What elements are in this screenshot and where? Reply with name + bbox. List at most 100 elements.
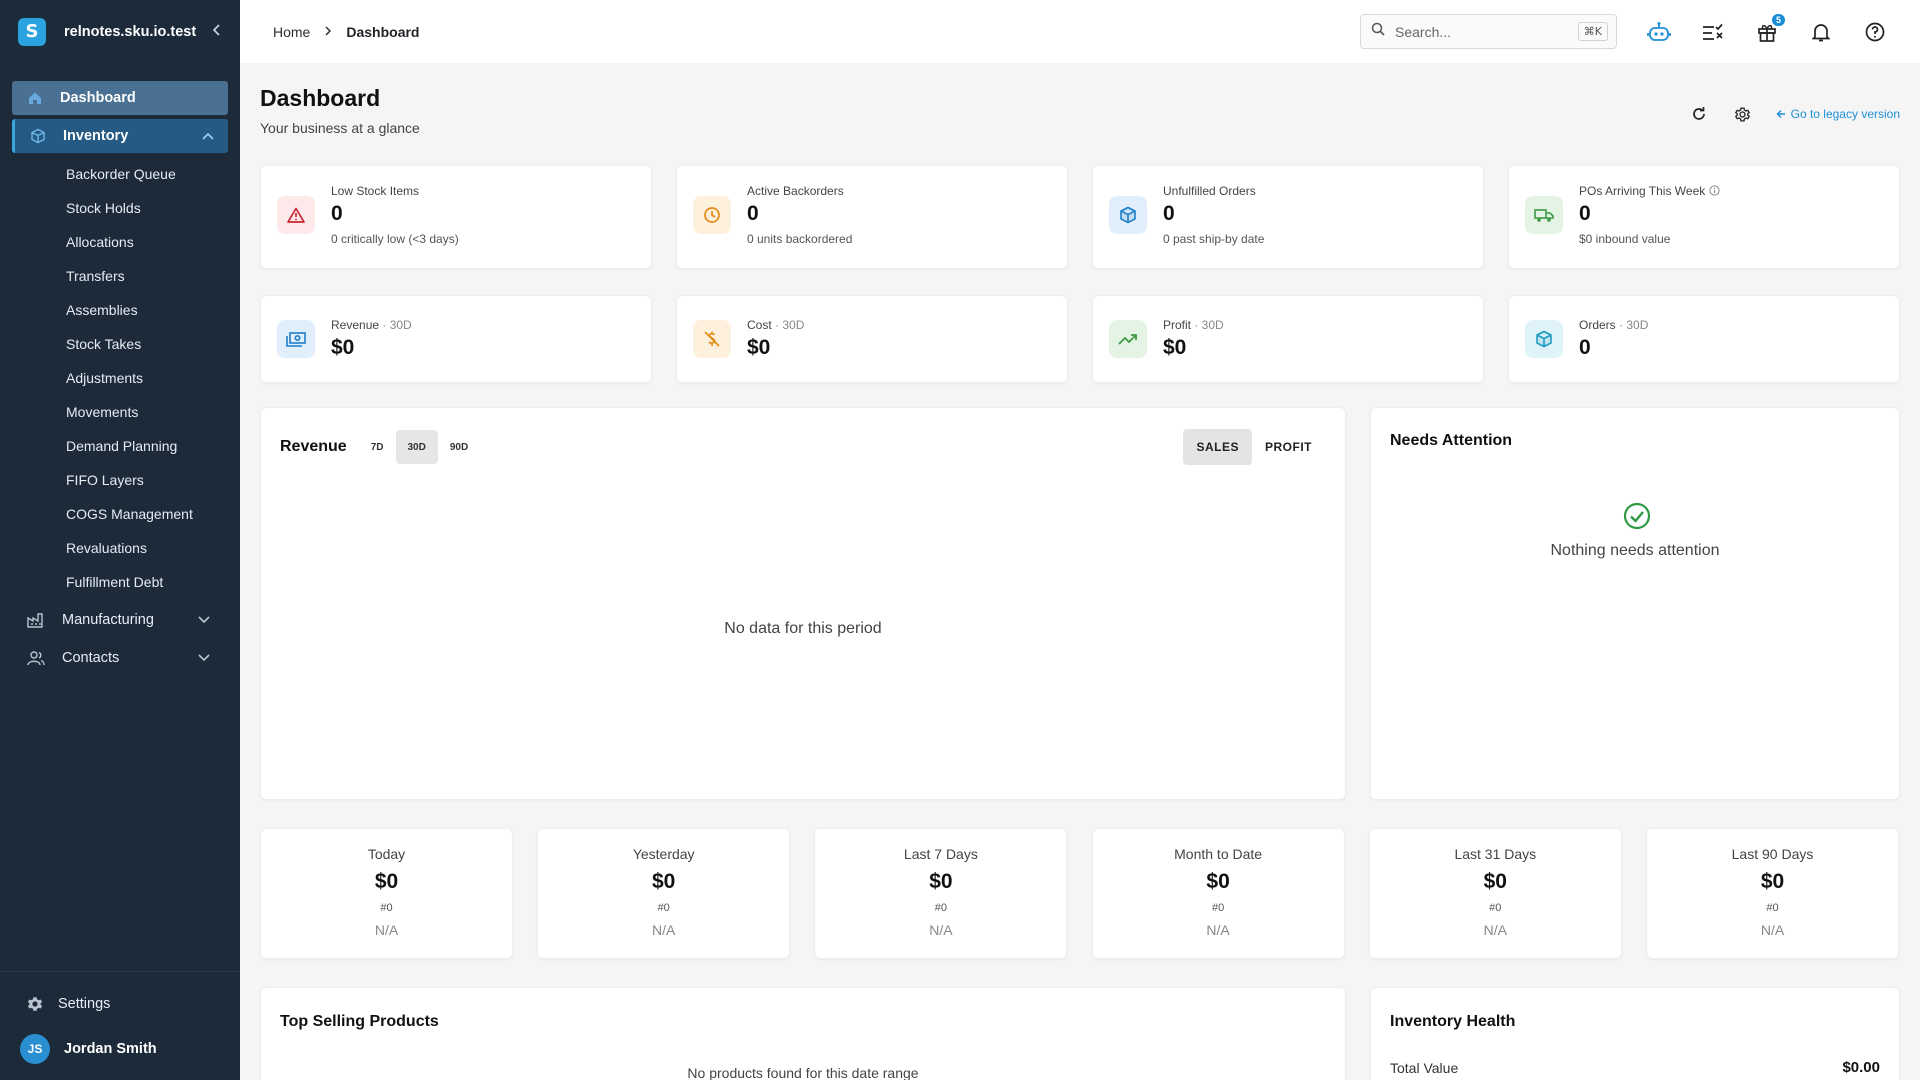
sidebar-item-revaluations[interactable]: Revaluations [12, 531, 228, 565]
gear-icon[interactable] [1732, 103, 1754, 125]
settings-label: Settings [58, 996, 111, 1012]
home-icon [26, 89, 44, 107]
gear-icon [26, 995, 44, 1013]
kpi-card[interactable]: Active Backorders 0 0 units backordered [676, 165, 1068, 269]
period-card[interactable]: Today $0 #0 N/A [260, 828, 513, 959]
user-menu[interactable]: JS Jordan Smith [0, 1022, 240, 1076]
inventory-health-title: Inventory Health [1390, 1013, 1516, 1030]
period-value: $0 [1760, 870, 1785, 893]
search-box[interactable]: ⌘K [1360, 14, 1617, 49]
period-na: N/A [929, 922, 953, 938]
sidebar-item-stock-takes[interactable]: Stock Takes [12, 327, 228, 361]
kpi-card[interactable]: Unfulfilled Orders 0 0 past ship-by date [1092, 165, 1484, 269]
mode-tab-sales[interactable]: SALES [1183, 429, 1252, 465]
period-na: N/A [374, 922, 399, 938]
kpi-note: $0 inbound value [1579, 232, 1671, 246]
period-count: #0 [380, 902, 393, 914]
kpi-label-text: Profit [1163, 318, 1192, 332]
sidebar-item-dashboard[interactable]: Dashboard [12, 81, 228, 115]
range-tab-90d[interactable]: 90D [438, 430, 480, 464]
gift-icon[interactable]: 5 [1755, 13, 1785, 44]
period-title: Last 31 Days [1454, 846, 1537, 862]
period-card[interactable]: Last 7 Days $0 #0 N/A [814, 828, 1068, 959]
sidebar-item-fifo-layers[interactable]: FIFO Layers [12, 463, 228, 497]
breadcrumb-current: Dashboard [346, 23, 420, 40]
period-card[interactable]: Last 31 Days $0 #0 N/A [1368, 828, 1622, 959]
sidebar-item-adjustments[interactable]: Adjustments [12, 361, 228, 395]
kpi-card[interactable]: POs Arriving This Week 0 $0 inbound value [1508, 165, 1900, 269]
period-card[interactable]: Month to Date $0 #0 N/A [1091, 828, 1345, 959]
sidebar-item-allocations[interactable]: Allocations [12, 225, 228, 259]
gift-badge: 5 [1771, 13, 1785, 26]
sidebar-item-movements[interactable]: Movements [12, 395, 228, 429]
clock-icon [693, 196, 731, 234]
top-products-title: Top Selling Products [280, 1013, 439, 1030]
assistant-robot-icon[interactable] [1647, 20, 1671, 44]
sidebar-item-transfers[interactable]: Transfers [12, 259, 228, 293]
sidebar-item-assemblies[interactable]: Assemblies [12, 293, 228, 327]
sidebar-item-demand-planning[interactable]: Demand Planning [12, 429, 228, 463]
needs-attention-empty: Nothing needs attention [1550, 542, 1720, 559]
kpi-label: Cost · 30D [747, 318, 804, 332]
period-title: Today [367, 846, 406, 862]
kpi-label: Unfulfilled Orders [1163, 184, 1264, 198]
task-checklist-icon[interactable] [1701, 20, 1725, 44]
kpi-card[interactable]: Low Stock Items 0 0 critically low (<3 day… [260, 165, 652, 269]
kpi-card[interactable]: Cost · 30D $0 [676, 295, 1068, 383]
kpi-label-text: Low Stock Items [331, 184, 420, 198]
period-value: $0 [1483, 870, 1507, 893]
kpi-label-text: Orders [1579, 318, 1616, 332]
kpi-period: · 30D [379, 318, 412, 332]
kpi-body: Cost · 30D $0 [747, 318, 804, 360]
kpi-label: Revenue · 30D [331, 318, 412, 332]
period-value: $0 [652, 870, 676, 893]
period-title: Last 90 Days [1731, 846, 1814, 862]
period-card[interactable]: Yesterday $0 #0 N/A [537, 828, 791, 959]
kpi-card[interactable]: Profit · 30D $0 [1092, 295, 1484, 383]
kpi-value: 0 [1579, 202, 1591, 225]
range-tab-30d[interactable]: 30D [395, 430, 438, 464]
collapse-sidebar-icon[interactable] [212, 23, 222, 40]
sidebar-item-contacts[interactable]: Contacts [12, 639, 228, 677]
chevron-down-icon [198, 650, 210, 666]
breadcrumb-home[interactable]: Home [273, 24, 310, 40]
truck-icon [1525, 196, 1563, 234]
kpi-label: Low Stock Items [331, 184, 459, 198]
bell-icon[interactable] [1809, 20, 1833, 44]
page-subtitle: Your business at a glance [260, 120, 420, 136]
kpi-card[interactable]: Revenue · 30D $0 [260, 295, 652, 383]
kpi-body: Revenue · 30D $0 [331, 318, 412, 360]
period-count: #0 [1489, 902, 1502, 914]
revenue-title: Revenue [280, 438, 347, 455]
kpi-value: 0 [1579, 336, 1591, 359]
refresh-icon[interactable] [1688, 103, 1710, 125]
period-count: #0 [1211, 902, 1225, 914]
info-icon[interactable] [1709, 184, 1720, 198]
kpi-card[interactable]: Orders · 30D 0 [1508, 295, 1900, 383]
sidebar-item-fulfillment-debt[interactable]: Fulfillment Debt [12, 565, 228, 599]
sidebar-nav: Dashboard Inventory Backorder Queue Stoc… [0, 63, 240, 677]
sidebar-item-inventory[interactable]: Inventory [12, 119, 228, 153]
kpi-value: 0 [747, 202, 759, 225]
sidebar-item-manufacturing[interactable]: Manufacturing [12, 601, 228, 639]
range-tab-7d[interactable]: 7D [359, 430, 396, 464]
top-bar-actions: ⌘K 5 [1360, 13, 1887, 49]
sidebar-item-backorder-queue[interactable]: Backorder Queue [12, 157, 228, 191]
sidebar-item-cogs-management[interactable]: COGS Management [12, 497, 228, 531]
people-icon [26, 648, 46, 668]
help-icon[interactable] [1863, 20, 1887, 44]
top-products-empty: No products found for this date range [687, 1065, 919, 1080]
kpi-label-text: Revenue [331, 318, 380, 332]
factory-icon [26, 610, 46, 630]
period-card[interactable]: Last 90 Days $0 #0 N/A [1646, 828, 1899, 959]
breadcrumb: Home Dashboard [273, 24, 419, 40]
kpi-period: · 30D [1615, 318, 1649, 332]
mode-tab-profit[interactable]: PROFIT [1252, 429, 1325, 465]
search-input[interactable] [1395, 23, 1578, 40]
sidebar-item-stock-holds[interactable]: Stock Holds [12, 191, 228, 225]
legacy-version-link[interactable]: Go to legacy version [1776, 107, 1900, 121]
sidebar-item-settings[interactable]: Settings [0, 986, 240, 1022]
brand: S relnotes.sku.io.test [0, 0, 240, 63]
kpi-value: $0 [1163, 336, 1187, 359]
app-logo[interactable]: S [18, 17, 46, 46]
